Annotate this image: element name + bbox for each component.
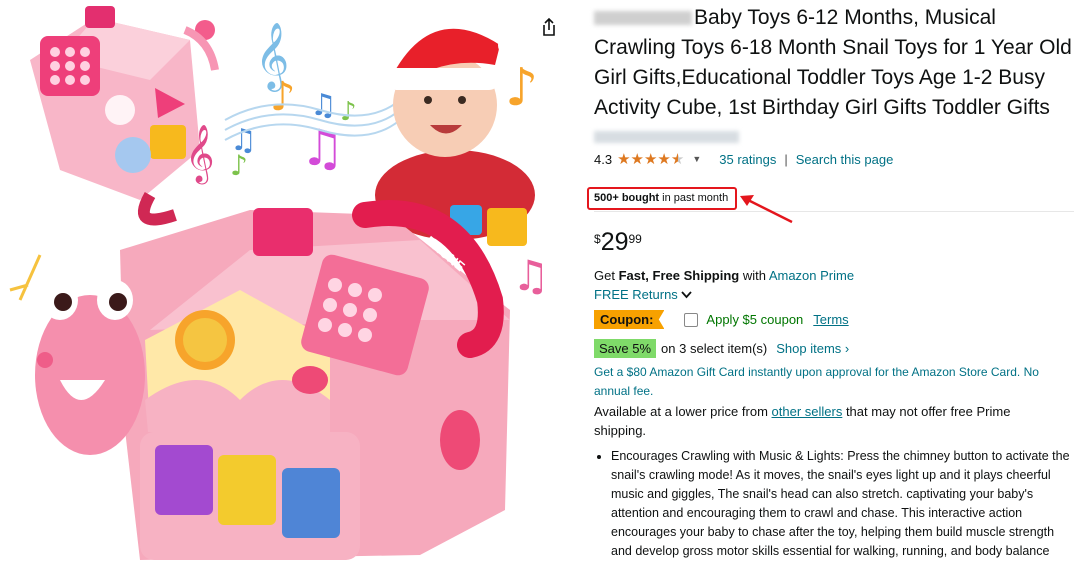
product-image-illustration: 𝄞 ♪ ♫ ♪ ♫ ♫ ♪ 𝄞 ♪ ♫ PHONE [9,6,550,560]
red-arrow-annotation [740,195,793,224]
rating-value: 4.3 [594,151,613,167]
share-icon[interactable] [538,16,560,38]
price: $ 29 99 [594,228,642,256]
feature-bullets: Encourages Crawling with Music & Lights:… [594,447,1072,561]
svg-text:♪: ♪ [270,74,296,120]
save-text: on 3 select item(s) [661,341,768,356]
shipping-bold: Fast, Free Shipping [618,268,740,283]
search-page-link[interactable]: Search this page [796,152,894,167]
snail-house-toy: PHONE [120,200,510,560]
divider-line [594,211,1074,212]
price-currency: $ [594,232,601,246]
save-row: Save 5% on 3 select item(s) Shop items › [594,339,849,358]
coupon-text[interactable]: Apply $5 coupon [706,312,803,327]
chevron-down-icon[interactable]: ▼ [692,154,701,164]
feature-bullet: Encourages Crawling with Music & Lights:… [611,447,1072,561]
free-returns[interactable]: FREE Returns [594,287,693,302]
coupon-row: Coupon: Apply $5 coupon Terms [594,310,849,329]
returns-label: FREE Returns [594,287,678,302]
svg-text:♪: ♪ [230,149,248,182]
availability: Available at a lower price from other se… [594,402,1064,440]
svg-text:♪: ♪ [505,58,538,118]
save-badge: Save 5% [594,339,657,358]
product-details: Baby Toys 6-12 Months, Musical Crawling … [587,0,1074,558]
shipping-with: with [739,268,769,283]
svg-text:♫: ♫ [512,251,550,300]
product-image[interactable]: 𝄞 ♪ ♫ ♪ ♫ ♫ ♪ 𝄞 ♪ ♫ PHONE [0,0,570,576]
terms-link[interactable]: Terms [813,312,848,327]
star-rating-icon[interactable]: ★★★★★ [617,150,684,168]
price-fraction: 99 [628,232,642,246]
highlight-box [587,187,737,210]
shipping-prefix: Get [594,268,619,283]
chevron-down-icon [681,291,693,299]
svg-text:𝄞: 𝄞 [185,124,215,185]
coupon-badge: Coupon: [594,310,665,329]
coupon-checkbox[interactable] [684,312,699,327]
snail-head [9,254,145,455]
activity-cube-small [30,6,219,226]
prime-link[interactable]: Amazon Prime [769,268,854,283]
divider: | [784,151,788,167]
other-sellers-link[interactable]: other sellers [772,404,843,419]
shop-items-link[interactable]: Shop items › [776,341,849,356]
avail-prefix: Available at a lower price from [594,404,772,419]
brand-blurred [594,11,692,26]
store-link-blurred[interactable] [594,131,739,143]
ratings-link[interactable]: 35 ratings [719,152,776,167]
product-title: Baby Toys 6-12 Months, Musical Crawling … [594,3,1074,123]
gift-card-offer[interactable]: Get a $80 Amazon Gift Card instantly upo… [594,363,1064,401]
shipping-info: Get Fast, Free Shipping with Amazon Prim… [594,268,854,283]
price-whole: 29 [600,228,629,256]
rating-row: 4.3 ★★★★★ ▼ 35 ratings | Search this pag… [594,149,1074,169]
